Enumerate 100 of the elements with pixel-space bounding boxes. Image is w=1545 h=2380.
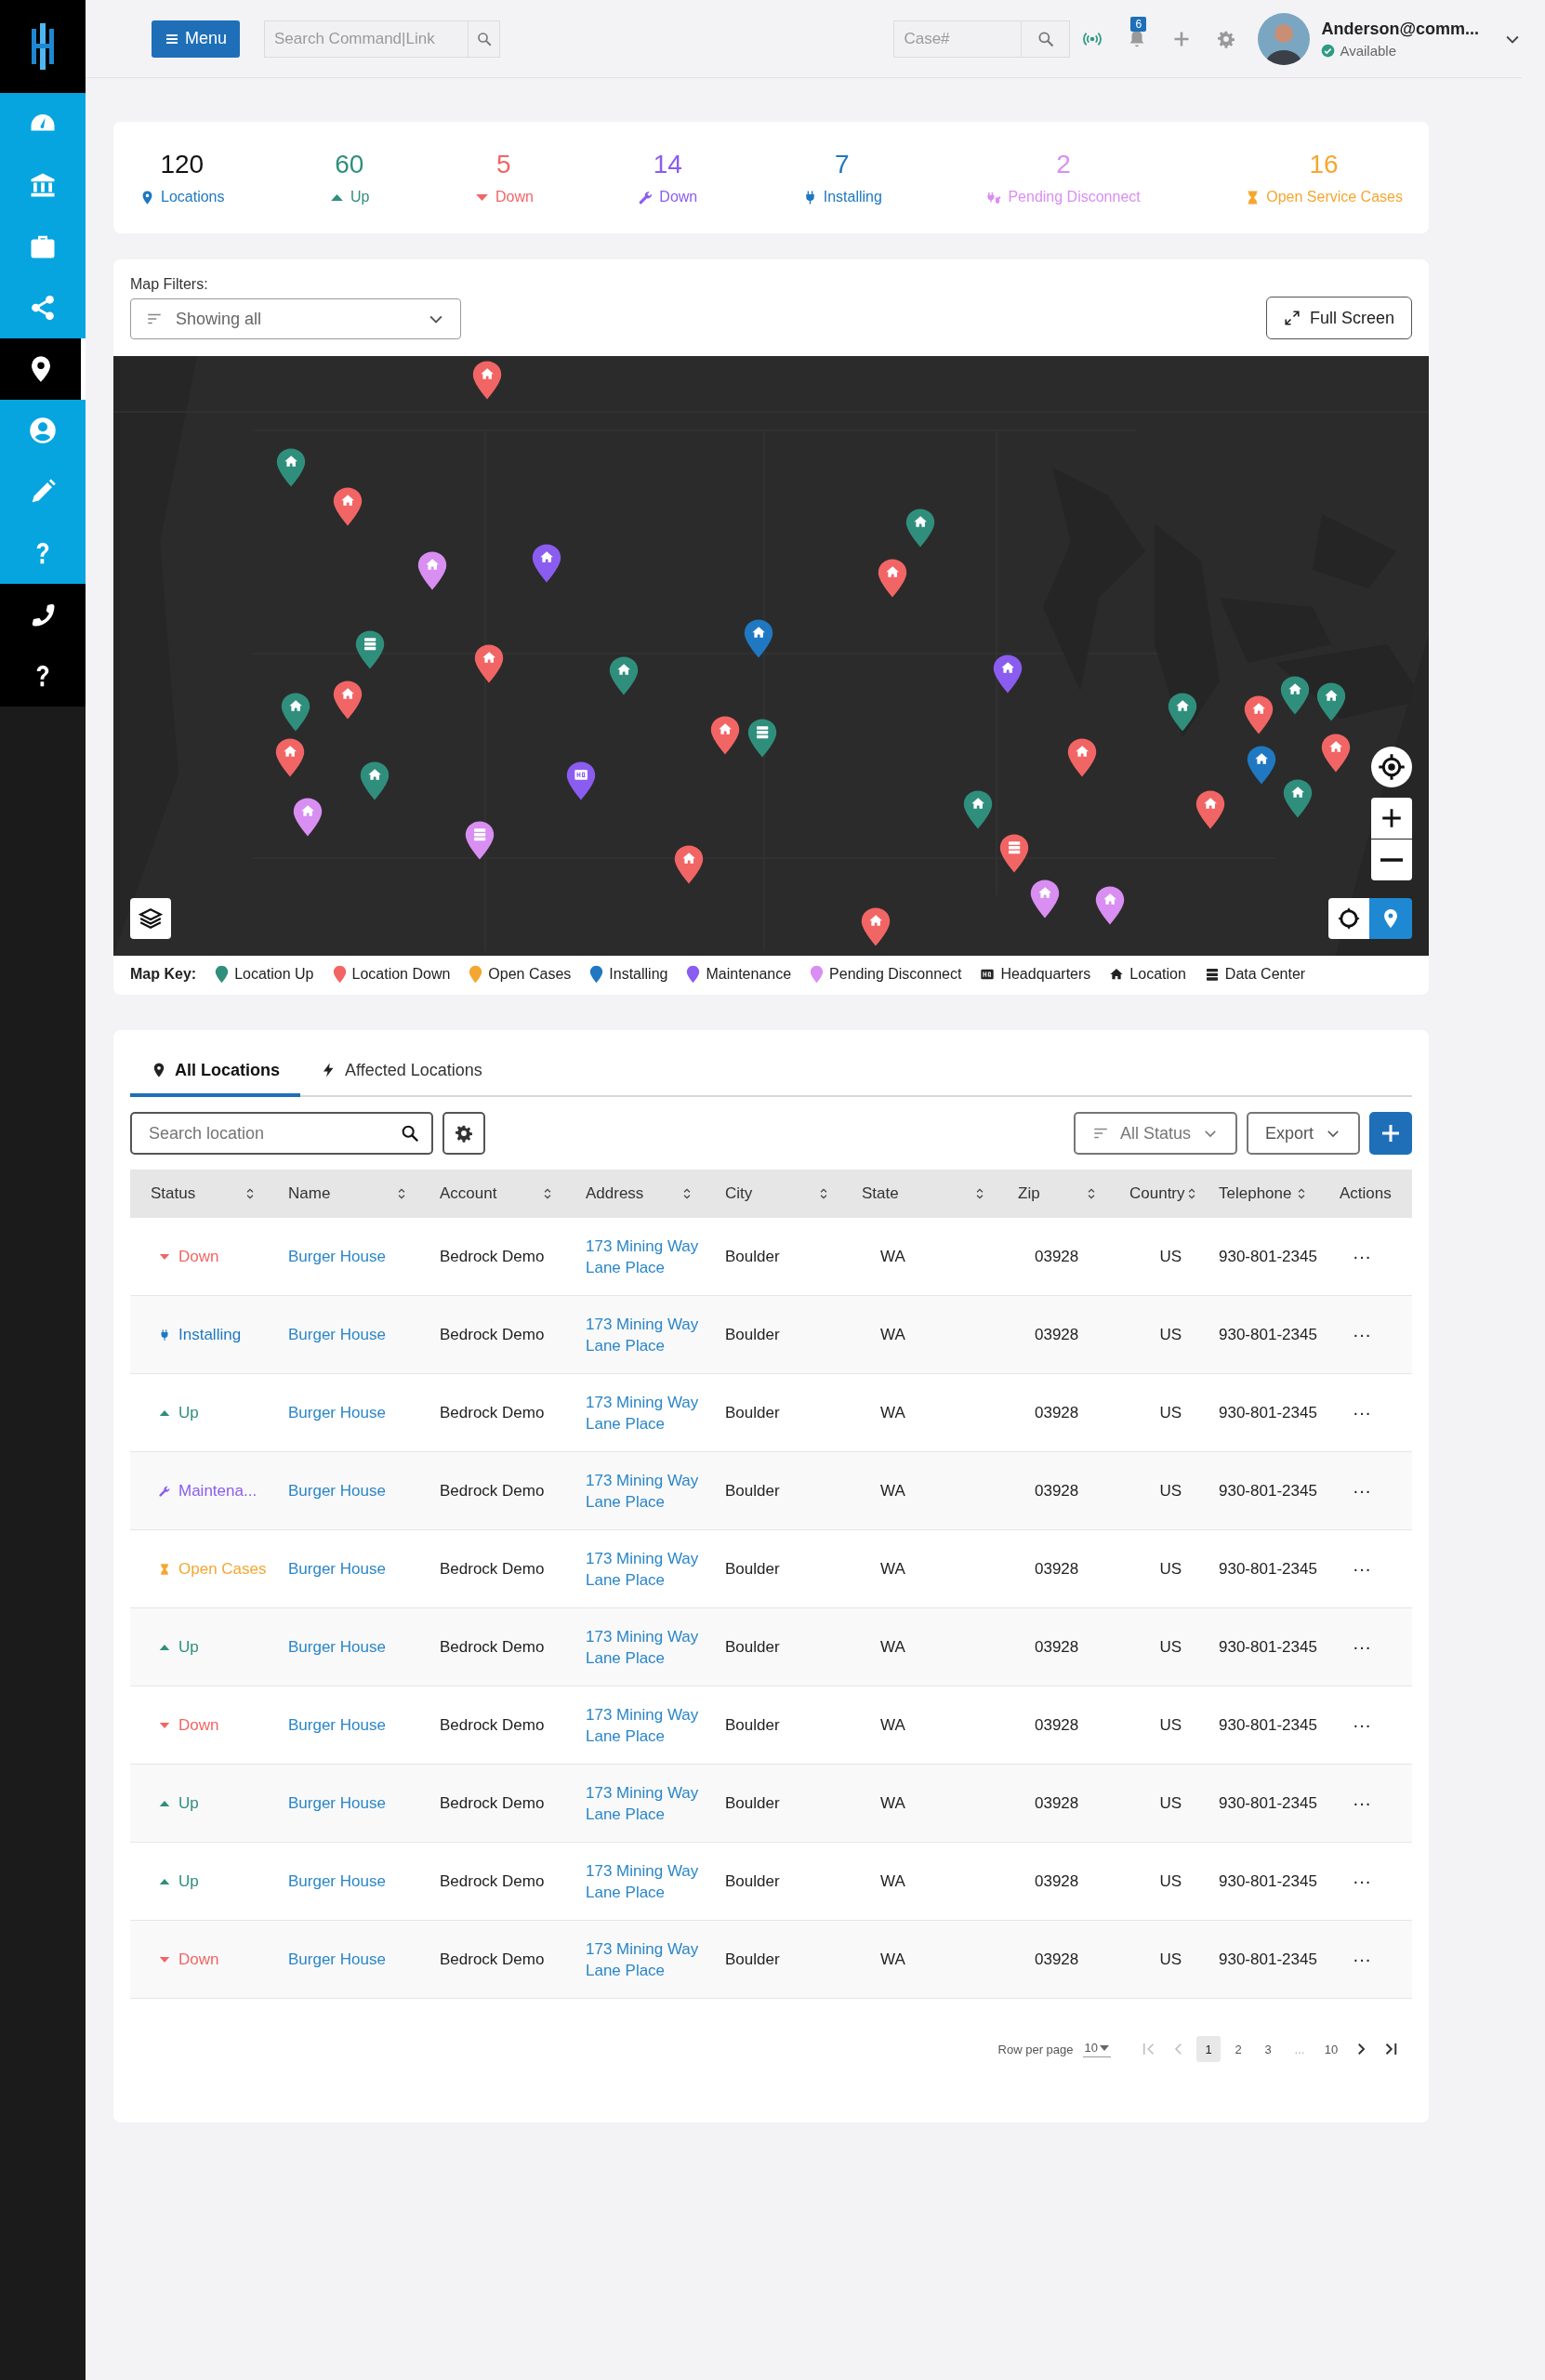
map-filter-dropdown[interactable]: Showing all (130, 298, 461, 339)
column-header[interactable]: Actions (1340, 1184, 1392, 1203)
map-pin[interactable] (1243, 694, 1274, 736)
zoom-out-button[interactable] (1371, 840, 1412, 880)
export-dropdown[interactable]: Export (1246, 1112, 1360, 1155)
location-link[interactable]: Burger House (288, 1482, 386, 1500)
rows-per-page-dropdown[interactable]: 10 (1082, 2041, 1111, 2057)
map-pin[interactable] (273, 737, 306, 779)
layers-button[interactable] (130, 898, 171, 939)
map-pin[interactable] (530, 542, 562, 584)
map-pin[interactable] (746, 717, 778, 759)
page-button[interactable]: 2 (1226, 2036, 1250, 2062)
column-header[interactable]: Address (586, 1184, 644, 1203)
search-icon[interactable] (400, 1123, 420, 1144)
column-header[interactable]: City (725, 1184, 753, 1203)
location-link[interactable]: Burger House (288, 1248, 386, 1265)
map-pin[interactable] (292, 797, 324, 838)
more-actions-button[interactable]: ··· (1353, 1479, 1371, 1501)
map-pin[interactable] (331, 679, 363, 721)
more-actions-button[interactable]: ··· (1353, 1245, 1371, 1266)
location-link[interactable]: Burger House (288, 1560, 386, 1578)
column-header[interactable]: State (862, 1184, 899, 1203)
address-link[interactable]: 173 Mining Way Lane Place (586, 1703, 699, 1747)
user-name[interactable]: Anderson@comm... (1321, 19, 1479, 39)
location-link[interactable]: Burger House (288, 1404, 386, 1421)
more-actions-button[interactable]: ··· (1353, 1557, 1371, 1579)
map-pin[interactable] (280, 692, 312, 734)
page-button[interactable]: 3 (1256, 2036, 1280, 2062)
address-link[interactable]: 173 Mining Way Lane Place (586, 1937, 699, 1981)
location-button[interactable] (1369, 898, 1412, 939)
map-pin[interactable] (1194, 788, 1226, 830)
location-link[interactable]: Burger House (288, 1794, 386, 1812)
map-pin[interactable] (997, 833, 1030, 875)
location-link[interactable]: Burger House (288, 1638, 386, 1656)
map-pin[interactable] (463, 819, 495, 861)
map-pin[interactable] (565, 760, 598, 801)
settings-button[interactable] (442, 1112, 485, 1155)
full-screen-button[interactable]: Full Screen (1265, 297, 1412, 339)
address-link[interactable]: 173 Mining Way Lane Place (586, 1391, 699, 1435)
map-pin[interactable] (860, 906, 892, 947)
location-link[interactable]: Burger House (288, 1872, 386, 1890)
location-link[interactable]: Burger House (288, 1950, 386, 1968)
zoom-in-button[interactable] (1371, 798, 1412, 839)
address-link[interactable]: 173 Mining Way Lane Place (586, 1781, 699, 1825)
menu-button[interactable]: Menu (152, 20, 241, 58)
recenter-button[interactable] (1328, 898, 1369, 939)
column-header[interactable]: Account (440, 1184, 497, 1203)
tab[interactable]: All Locations (130, 1047, 300, 1097)
map-pin[interactable] (992, 654, 1024, 695)
address-link[interactable]: 173 Mining Way Lane Place (586, 1625, 699, 1669)
address-link[interactable]: 173 Mining Way Lane Place (586, 1859, 699, 1903)
column-header[interactable]: Country (1129, 1184, 1185, 1203)
address-link[interactable]: 173 Mining Way Lane Place (586, 1547, 699, 1591)
more-actions-button[interactable]: ··· (1353, 1323, 1371, 1344)
sidebar-item[interactable] (0, 338, 86, 400)
map-pin[interactable] (743, 618, 775, 660)
add-button[interactable] (1369, 1112, 1412, 1155)
map-pin[interactable] (1167, 692, 1199, 734)
map-pin[interactable] (608, 654, 640, 696)
more-actions-button[interactable]: ··· (1353, 1635, 1371, 1657)
map-pin[interactable] (1028, 879, 1061, 920)
address-link[interactable]: 173 Mining Way Lane Place (586, 1313, 699, 1356)
status-filter-dropdown[interactable]: All Status (1073, 1112, 1237, 1155)
map-pin[interactable] (673, 843, 706, 885)
column-header[interactable]: Status (151, 1184, 196, 1203)
map-pin[interactable] (1320, 733, 1353, 774)
location-link[interactable]: Burger House (288, 1716, 386, 1734)
column-header[interactable]: Telephone (1219, 1184, 1292, 1203)
more-actions-button[interactable]: ··· (1353, 1713, 1371, 1735)
map-pin[interactable] (1315, 681, 1348, 722)
map-pin[interactable] (275, 446, 308, 488)
command-search-field[interactable]: Search Command|Link (264, 20, 469, 58)
more-actions-button[interactable]: ··· (1353, 1870, 1371, 1891)
address-link[interactable]: 173 Mining Way Lane Place (586, 1469, 699, 1513)
case-search-field[interactable]: Case# (893, 20, 1023, 58)
map-pin[interactable] (1246, 745, 1278, 787)
map-pin[interactable] (1066, 737, 1099, 779)
map-pin[interactable] (904, 508, 936, 549)
search-button[interactable] (1022, 20, 1071, 58)
column-header[interactable]: Name (288, 1184, 331, 1203)
location-search-field[interactable]: Search location (130, 1112, 433, 1155)
page-button[interactable]: 1 (1196, 2036, 1221, 2062)
map-pin[interactable] (1282, 778, 1314, 820)
tab[interactable]: Affected Locations (300, 1047, 503, 1097)
page-button[interactable]: 10 (1319, 2036, 1343, 2062)
column-header[interactable]: Zip (1018, 1184, 1040, 1203)
map-pin[interactable] (416, 549, 449, 591)
map-pin[interactable] (961, 788, 994, 830)
address-link[interactable]: 173 Mining Way Lane Place (586, 1235, 699, 1278)
map-pin[interactable] (354, 628, 387, 670)
sidebar-item[interactable] (0, 584, 86, 645)
map-pin[interactable] (470, 360, 503, 402)
more-actions-button[interactable]: ··· (1353, 1948, 1371, 1969)
map-pin[interactable] (709, 714, 742, 756)
more-actions-button[interactable]: ··· (1353, 1792, 1371, 1813)
map-pin[interactable] (1279, 675, 1312, 717)
location-link[interactable]: Burger House (288, 1326, 386, 1343)
more-actions-button[interactable]: ··· (1353, 1401, 1371, 1422)
map-pin[interactable] (331, 486, 363, 528)
map-pin[interactable] (359, 760, 391, 801)
